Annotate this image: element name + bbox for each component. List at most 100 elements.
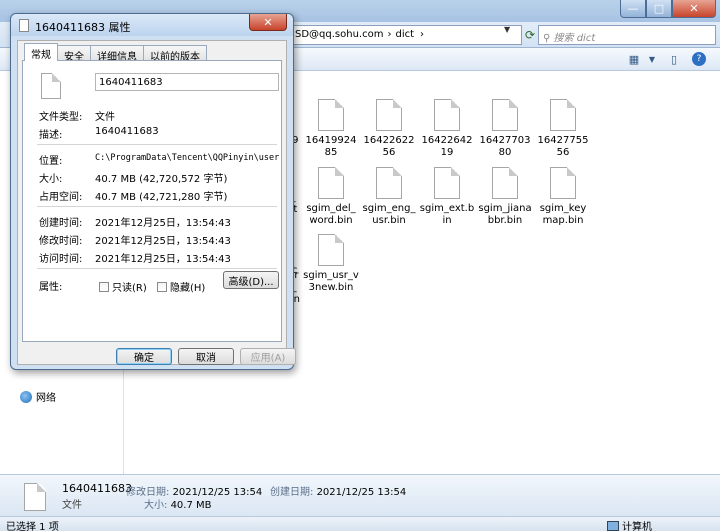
address-bar[interactable]: SD@qq.sohu.com › dict › <box>290 25 522 45</box>
dialog-title-bar[interactable]: 1640411683 属性 ✕ <box>11 14 293 36</box>
file-item[interactable]: sgim_jiana bbr.bin <box>476 164 534 227</box>
file-name-label: 16427703 80 <box>479 135 531 158</box>
search-icon: ⚲ <box>543 33 554 44</box>
file-name-label: sgim_ext.b in <box>419 203 475 226</box>
selection-count: 已选择 1 项 <box>6 522 59 531</box>
attributes-label: 属性: <box>39 282 63 293</box>
description-label: 描述: <box>39 130 63 141</box>
cancel-button[interactable]: 取消 <box>178 348 234 365</box>
file-item[interactable]: sgim_del_ word.bin <box>302 164 360 227</box>
size-label: 大小: <box>39 174 63 185</box>
dialog-body: 常规 安全 详细信息 以前的版本 文件类型: 文件 描述: 1640411683… <box>17 40 296 365</box>
file-item[interactable]: sgim_key map.bin <box>534 164 592 227</box>
modified-label: 修改时间: <box>39 236 83 247</box>
details-size-value: 40.7 MB <box>170 500 212 511</box>
location-label: 位置: <box>39 156 63 167</box>
file-type-label: 文件类型: <box>39 112 83 123</box>
hidden-checkbox[interactable]: 隐藏(H) <box>157 279 205 294</box>
file-icon <box>19 19 29 32</box>
file-icon <box>376 99 402 131</box>
breadcrumb-parent[interactable]: SD@qq.sohu.com <box>295 29 383 40</box>
search-input[interactable]: ⚲ 搜索 dict <box>538 25 716 45</box>
advanced-button[interactable]: 高级(D)... <box>223 271 279 289</box>
details-file-name: 1640411683 <box>62 482 132 495</box>
description-value: 1640411683 <box>95 126 159 137</box>
tab-general[interactable]: 常规 <box>24 43 58 61</box>
file-icon <box>434 167 460 199</box>
file-item[interactable]: 16427703 80 <box>476 96 534 159</box>
properties-dialog: 1640411683 属性 ✕ 常规 安全 详细信息 以前的版本 文件类型: 文… <box>10 13 296 370</box>
hidden-label[interactable]: 隐藏(H) <box>170 279 205 294</box>
file-item[interactable]: 16419924 85 <box>302 96 360 159</box>
file-icon <box>434 99 460 131</box>
view-options-icon[interactable]: ▦ <box>626 51 642 67</box>
computer-icon <box>607 520 619 531</box>
nav-item-network[interactable]: 网络 <box>20 389 56 404</box>
checkbox-box[interactable] <box>99 281 109 292</box>
breadcrumb-separator[interactable]: › <box>387 29 391 40</box>
file-icon <box>492 99 518 131</box>
details-created-value: 2021/12/25 13:54 <box>316 487 407 498</box>
breadcrumb-separator[interactable]: › <box>420 29 424 40</box>
file-icon <box>376 167 402 199</box>
details-size: 大小: 40.7 MB <box>144 496 212 511</box>
details-pane: 1640411683 文件 修改日期: 2021/12/25 13:54 大小:… <box>0 474 720 516</box>
file-name-label: sgim_eng_ usr.bin <box>362 203 416 226</box>
details-size-label: 大小: <box>144 500 168 511</box>
file-name-label: 16422642 19 <box>421 135 473 158</box>
breadcrumb-current[interactable]: dict <box>395 29 414 40</box>
status-computer: 计算机 <box>607 518 652 531</box>
file-item[interactable]: 16422622 56 <box>360 96 418 159</box>
file-name-label: sgim_del_ word.bin <box>306 203 356 226</box>
apply-button[interactable]: 应用(A) <box>240 348 296 365</box>
file-icon <box>492 167 518 199</box>
file-name-field[interactable] <box>95 73 279 91</box>
file-item[interactable]: 16422642 19 <box>418 96 476 159</box>
tab-previous-versions[interactable]: 以前的版本 <box>143 45 207 63</box>
details-created: 创建日期: 2021/12/25 13:54 <box>270 483 406 498</box>
file-name-label: sgim_jiana bbr.bin <box>478 203 532 226</box>
minimize-button[interactable]: — <box>620 0 646 18</box>
file-item[interactable]: sgim_usr_v 3new.bin <box>302 231 360 294</box>
search-placeholder: 搜索 dict <box>553 33 596 44</box>
view-dropdown-icon[interactable]: ▼ <box>644 51 660 67</box>
file-name-label: 16427755 56 <box>537 135 589 158</box>
file-name-label: 16419924 85 <box>305 135 357 158</box>
file-item[interactable]: 16427755 56 <box>534 96 592 159</box>
divider <box>37 268 277 269</box>
disk-size-label: 占用空间: <box>39 192 83 203</box>
file-item[interactable]: sgim_ext.b in <box>418 164 476 227</box>
tab-strip: 常规 安全 详细信息 以前的版本 <box>24 43 207 63</box>
address-dropdown-icon[interactable]: ▼ <box>504 25 510 34</box>
selected-file-icon <box>24 483 46 511</box>
close-button[interactable]: ✕ <box>672 0 716 18</box>
preview-pane-icon[interactable]: ▯ <box>666 51 682 67</box>
file-icon <box>550 167 576 199</box>
ok-button[interactable]: 确定 <box>116 348 172 365</box>
created-label: 创建时间: <box>39 218 83 229</box>
readonly-checkbox[interactable]: 只读(R) <box>99 279 147 294</box>
file-icon <box>318 234 344 266</box>
help-icon[interactable]: ? <box>692 52 706 66</box>
readonly-label[interactable]: 只读(R) <box>112 279 147 294</box>
refresh-icon[interactable]: ⟳ <box>522 25 538 45</box>
details-file-type: 文件 <box>62 500 82 511</box>
file-icon <box>550 99 576 131</box>
file-type-value: 文件 <box>95 112 115 123</box>
tab-security[interactable]: 安全 <box>57 45 91 63</box>
nav-item-label: 网络 <box>36 393 56 404</box>
dialog-close-button[interactable]: ✕ <box>249 14 287 31</box>
general-tab-panel: 文件类型: 文件 描述: 1640411683 位置: C:\ProgramDa… <box>22 60 282 342</box>
file-item[interactable]: sgim_eng_ usr.bin <box>360 164 418 227</box>
created-value: 2021年12月25日，13:54:43 <box>95 218 231 229</box>
network-icon <box>20 390 32 403</box>
tab-details[interactable]: 详细信息 <box>90 45 144 63</box>
computer-label: 计算机 <box>622 522 652 531</box>
checkbox-box[interactable] <box>157 281 167 292</box>
size-value: 40.7 MB (42,720,572 字节) <box>95 174 228 185</box>
file-icon <box>318 167 344 199</box>
file-icon <box>318 99 344 131</box>
location-value: C:\ProgramData\Tencent\QQPinyin\users\D3… <box>95 153 279 163</box>
details-created-label: 创建日期: <box>270 487 314 498</box>
maximize-button[interactable]: □ <box>646 0 672 18</box>
